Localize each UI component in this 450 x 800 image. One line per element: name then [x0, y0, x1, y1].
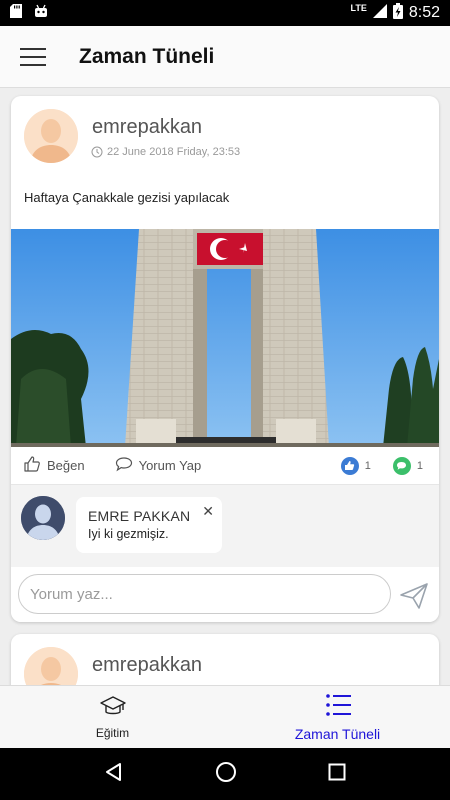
avatar[interactable]: [24, 647, 78, 685]
thumbs-up-icon: [23, 455, 41, 476]
recents-icon[interactable]: [328, 763, 346, 786]
timeline-feed[interactable]: emrepakkan 22 June 2018 Friday, 23:53 Ha…: [0, 88, 450, 685]
back-icon[interactable]: [104, 762, 124, 787]
app-bar: Zaman Tüneli: [0, 26, 450, 88]
post-actions: Beğen Yorum Yap 1 1: [11, 447, 439, 485]
status-bar: LTE 8:52: [0, 0, 450, 26]
post-card: emrepakkan: [11, 634, 439, 685]
android-icon: [34, 4, 48, 23]
page-title: Zaman Tüneli: [79, 44, 215, 68]
comment-label: Yorum Yap: [138, 458, 202, 473]
signal-icon: [372, 3, 387, 23]
like-count-value: 1: [364, 459, 371, 472]
home-icon[interactable]: [215, 761, 237, 788]
post-date-text: 22 June 2018 Friday, 23:53: [107, 146, 241, 158]
battery-icon: [392, 2, 403, 24]
comment-button[interactable]: Yorum Yap: [115, 456, 202, 475]
comment-input[interactable]: [18, 574, 391, 614]
comment-count[interactable]: 1: [392, 456, 423, 475]
send-icon[interactable]: [399, 582, 429, 610]
chat-bubble-icon: [115, 456, 133, 475]
reaction-counts: 1 1: [340, 456, 423, 475]
sd-card-icon: [10, 3, 22, 23]
system-navigation-bar: [0, 748, 450, 800]
hamburger-menu-icon[interactable]: [0, 26, 62, 88]
avatar[interactable]: [21, 496, 65, 540]
comment-count-value: 1: [416, 459, 423, 472]
status-time: 8:52: [408, 4, 440, 21]
avatar[interactable]: [24, 109, 78, 163]
post-image[interactable]: [11, 229, 439, 447]
nav-item-zaman-tuneli[interactable]: Zaman Tüneli: [225, 686, 450, 749]
nav-label: Zaman Tüneli: [294, 726, 381, 742]
post-card: emrepakkan 22 June 2018 Friday, 23:53 Ha…: [11, 96, 439, 622]
timeline-list-icon: [324, 693, 352, 722]
bottom-navigation: Eğitim Zaman Tüneli: [0, 685, 450, 748]
like-count[interactable]: 1: [340, 456, 371, 475]
post-text: Haftaya Çanakkale gezisi yapılacak: [24, 190, 230, 205]
comment-compose: [11, 567, 439, 622]
post-header: emrepakkan: [11, 634, 439, 685]
post-author[interactable]: emrepakkan: [92, 654, 202, 677]
close-icon[interactable]: ✕: [202, 503, 214, 520]
post-date: 22 June 2018 Friday, 23:53: [91, 146, 240, 158]
graduation-cap-icon: [99, 695, 127, 722]
nav-label: Eğitim: [95, 726, 130, 740]
like-badge-icon: [340, 456, 359, 475]
status-right-icons: LTE 8:52: [350, 2, 440, 24]
like-button[interactable]: Beğen: [23, 455, 85, 476]
comment-author: EMRE PAKKAN: [88, 508, 191, 524]
comment-badge-icon: [392, 456, 411, 475]
network-type: LTE: [350, 3, 367, 13]
comment-bubble: EMRE PAKKAN Iyi ki gezmişiz. ✕: [76, 497, 222, 553]
comment-text: Iyi ki gezmişiz.: [88, 527, 169, 541]
post-author[interactable]: emrepakkan: [92, 116, 202, 139]
nav-item-egitim[interactable]: Eğitim: [0, 686, 225, 749]
clock-icon: [91, 146, 103, 158]
post-header: emrepakkan 22 June 2018 Friday, 23:53: [11, 96, 439, 176]
status-left-icons: [10, 3, 48, 23]
like-label: Beğen: [47, 458, 85, 473]
comments-list: EMRE PAKKAN Iyi ki gezmişiz. ✕: [11, 485, 439, 567]
